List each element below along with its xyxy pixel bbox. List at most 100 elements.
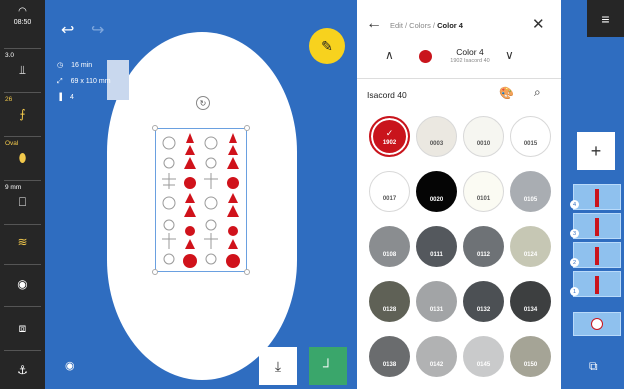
layer-item[interactable]: 2 — [570, 242, 621, 268]
layer-item[interactable]: 3 — [570, 213, 621, 239]
color-swatch[interactable]: 0138 — [369, 336, 410, 377]
color-swatch[interactable]: 0131 — [416, 281, 457, 322]
download-button[interactable]: ⤓ — [259, 347, 297, 385]
design-canvas: ↩ ↪ ◷ 16 min ⤢ 69 x 110 mm ▐ 4 ↻ ✎ ◉ ⤓ ┘ — [45, 0, 357, 389]
tension-value: 3.0 — [5, 52, 15, 59]
layer-base-item[interactable] — [573, 312, 621, 336]
needle-position-button[interactable]: ⚓ — [0, 364, 45, 384]
layer-number: 4 — [570, 200, 579, 209]
back-arrow-icon[interactable]: ← — [366, 15, 382, 33]
color-swatch[interactable]: 0010 — [463, 116, 504, 157]
layer-number: 1 — [570, 287, 579, 296]
stabilizer-button[interactable]: ≋ — [0, 236, 45, 256]
redo-icon[interactable]: ↪ — [91, 20, 104, 40]
stitch-width-button[interactable]: 9 mm ⎕ — [0, 184, 45, 222]
start-stitch-button[interactable]: ┘ — [309, 347, 347, 385]
left-toolbar: ◠ 08:50 3.0 ⫫ 26 ⨍ Oval ⬮ 9 mm ⎕ ≋ ◉ ⧈ ⚓ — [0, 0, 45, 389]
pencil-icon: ✎ — [321, 37, 333, 54]
color-swatch[interactable]: 0124 — [510, 226, 551, 267]
presser-foot-button[interactable]: 26 ⨍ — [0, 96, 45, 134]
toolbar-divider — [4, 92, 41, 93]
clock-icon: ◷ — [57, 62, 64, 69]
add-design-button[interactable]: + — [577, 132, 615, 170]
resize-handle[interactable] — [152, 269, 158, 275]
breadcrumb-path: Edit / Colors / — [390, 21, 438, 30]
wifi-status: ◠ 08:50 — [0, 6, 45, 26]
color-swatch[interactable]: 0132 — [463, 281, 504, 322]
color-swatch[interactable]: 0020 — [416, 171, 457, 212]
color-swatch[interactable]: 0003 — [416, 116, 457, 157]
resize-handle[interactable] — [244, 269, 250, 275]
wifi-icon: ◠ — [18, 6, 27, 17]
toolbar-divider — [4, 136, 41, 137]
swatch-code: 0124 — [523, 252, 538, 258]
presser-value: 26 — [5, 96, 13, 103]
search-icon[interactable]: ⌕ — [534, 85, 541, 100]
hoop-button[interactable]: Oval ⬮ — [0, 140, 45, 178]
colors-count-icon: ▐ — [57, 94, 62, 101]
color-swatch[interactable]: 0134 — [510, 281, 551, 322]
stitch-icon: ┘ — [323, 358, 333, 374]
palette-icon[interactable]: 🎨 — [499, 86, 514, 100]
menu-button[interactable]: ≡ — [587, 0, 624, 37]
color-swatch[interactable]: 0017 — [369, 171, 410, 212]
stabilizer-icon: ≋ — [17, 235, 28, 249]
swatch-code: 0105 — [523, 197, 538, 203]
color-swatch[interactable]: 0145 — [463, 336, 504, 377]
color-swatch[interactable]: 0128 — [369, 281, 410, 322]
folk-pattern-art — [162, 133, 240, 268]
color-swatch[interactable]: 0112 — [463, 226, 504, 267]
swatch-code: 0015 — [523, 141, 538, 147]
menu-icon: ≡ — [601, 10, 610, 27]
color-swatch[interactable]: 0105 — [510, 171, 551, 212]
layer-number: 3 — [570, 229, 579, 238]
download-icon: ⤓ — [274, 357, 282, 374]
swatch-code: 0142 — [429, 362, 444, 368]
needle-position-icon: ⚓ — [17, 363, 28, 377]
resize-handle[interactable] — [244, 125, 250, 131]
camera-button[interactable]: ⧈ — [0, 322, 45, 342]
layer-item[interactable]: 4 — [570, 184, 621, 210]
color-swatch[interactable]: 0150 — [510, 336, 551, 377]
swatch-code: 0101 — [476, 196, 491, 202]
copy-icon[interactable]: ⧉ — [589, 359, 598, 374]
toolbar-divider — [4, 350, 41, 351]
chevron-up-icon[interactable]: ∧ — [385, 48, 394, 62]
swatch-code: 0017 — [382, 196, 397, 202]
color-swatch-grid: ✓ 1902 0003 0010 0015 0017 0020 0101 0105 0108 011… — [369, 116, 555, 389]
swatch-code: 0138 — [382, 362, 397, 368]
swatch-code: 0003 — [429, 141, 444, 147]
bobbin-icon: ◉ — [17, 277, 28, 291]
toolbar-divider — [4, 306, 41, 307]
edit-pen-button[interactable]: ✎ — [309, 28, 345, 64]
swatch-code: 0150 — [523, 362, 538, 368]
tension-button[interactable]: 3.0 ⫫ — [0, 52, 45, 90]
color-swatch[interactable]: 0015 — [510, 116, 551, 157]
color-swatch[interactable]: 0108 — [369, 226, 410, 267]
chevron-down-icon[interactable]: ∨ — [505, 48, 514, 62]
color-swatch[interactable]: ✓ 1902 — [369, 116, 410, 157]
tension-icon: ⫫ — [19, 63, 26, 77]
rotate-handle[interactable]: ↻ — [196, 96, 210, 110]
swatch-code: 0020 — [429, 197, 444, 203]
swatch-code: 0145 — [476, 362, 491, 368]
app-window: ◠ 08:50 3.0 ⫫ 26 ⨍ Oval ⬮ 9 mm ⎕ ≋ ◉ ⧈ ⚓… — [0, 0, 624, 389]
current-color-detail: 1902 Isacord 40 — [450, 58, 490, 64]
toolbar-divider — [4, 264, 41, 265]
hoop-label: Oval — [5, 140, 19, 147]
toolbar-divider — [4, 224, 41, 225]
color-swatch[interactable]: 0142 — [416, 336, 457, 377]
layer-thread-mark — [595, 218, 599, 236]
breadcrumb: Edit / Colors / Color 4 — [390, 21, 463, 30]
color-swatch[interactable]: 0111 — [416, 226, 457, 267]
close-icon[interactable]: ✕ — [532, 15, 545, 33]
toolbar-divider — [4, 48, 41, 49]
color-swatch[interactable]: 0101 — [463, 171, 504, 212]
undo-icon[interactable]: ↩ — [61, 20, 74, 40]
layer-item[interactable]: 1 — [570, 271, 621, 297]
bobbin-button[interactable]: ◉ — [0, 278, 45, 298]
embroidery-design[interactable] — [152, 125, 250, 275]
current-color-name: Color 4 — [456, 47, 484, 57]
eye-icon[interactable]: ◉ — [65, 359, 75, 372]
resize-handle[interactable] — [152, 125, 158, 131]
